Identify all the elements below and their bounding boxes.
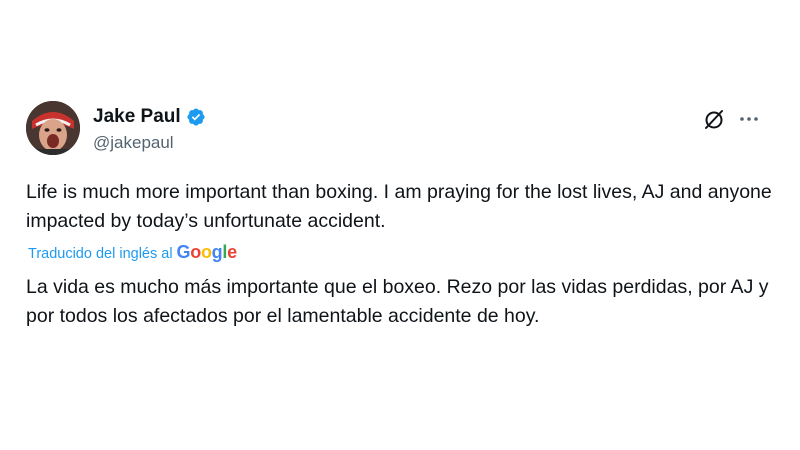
avatar-image <box>26 101 80 155</box>
google-logo-letter: o <box>200 242 212 262</box>
author-handle[interactable]: @jakepaul <box>93 133 174 153</box>
tweet-translated-text: La vida es mucho más importante que el b… <box>26 276 769 327</box>
tweet-card: Jake Paul @jakepaul Life is much more im… <box>0 0 800 450</box>
google-logo-letter: G <box>176 242 191 262</box>
google-logo-letter: o <box>190 242 201 262</box>
verified-badge-icon[interactable] <box>186 107 206 127</box>
translation-attribution[interactable]: Traducido del inglés al Google <box>28 242 237 263</box>
avatar[interactable] <box>26 101 80 155</box>
tweet-original-text: Life is much more important than boxing.… <box>26 181 772 232</box>
more-options-icon[interactable] <box>737 107 761 136</box>
google-logo-letter: g <box>211 242 223 262</box>
grok-icon[interactable] <box>702 107 726 136</box>
google-logo: Google <box>176 242 238 263</box>
author-name-row: Jake Paul <box>93 106 206 128</box>
author-display-name[interactable]: Jake Paul <box>93 106 181 128</box>
translation-label: Traducido del inglés al <box>28 246 173 262</box>
google-logo-letter: e <box>227 242 237 262</box>
